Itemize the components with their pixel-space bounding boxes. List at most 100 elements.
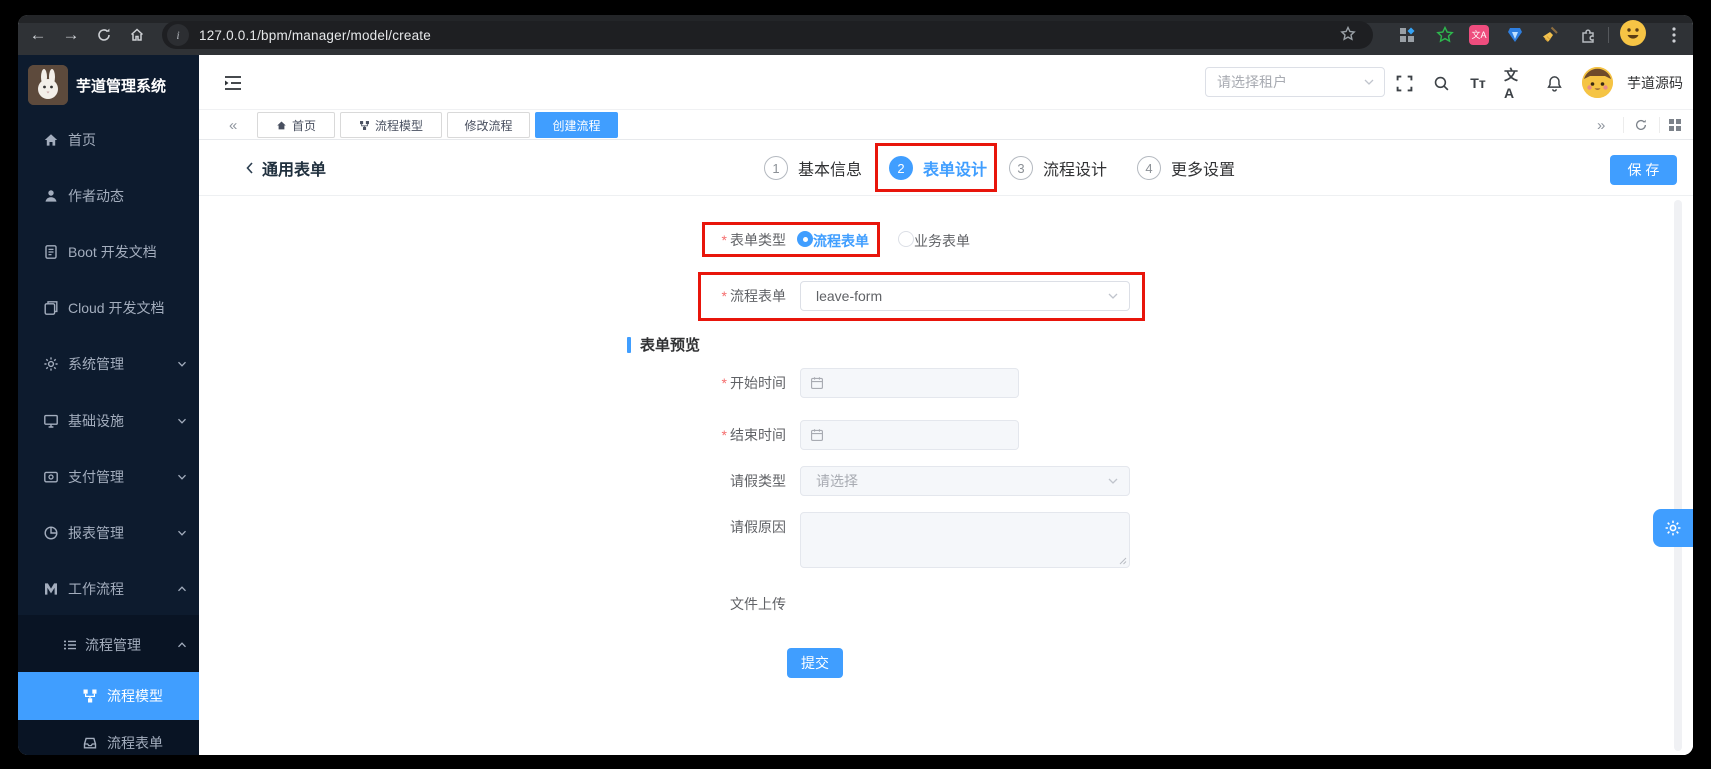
user-icon bbox=[43, 188, 59, 204]
layout-grid-button[interactable] bbox=[1663, 110, 1687, 140]
notification-button[interactable] bbox=[1542, 71, 1566, 95]
file-upload-label: 文件上传 bbox=[730, 596, 786, 612]
tab-create-process[interactable]: 创建流程 bbox=[535, 112, 618, 138]
search-button[interactable] bbox=[1429, 71, 1453, 95]
sidebar-item-system[interactable]: 系统管理 bbox=[18, 344, 199, 384]
step-more-settings[interactable]: 4 更多设置 bbox=[1137, 140, 1235, 196]
menu-fold-icon bbox=[225, 76, 241, 90]
step-form-design[interactable]: 2 表单设计 bbox=[889, 140, 987, 196]
font-size-button[interactable]: Tт bbox=[1466, 71, 1490, 95]
browser-home-button[interactable] bbox=[125, 23, 149, 47]
step-process-design[interactable]: 3 流程设计 bbox=[1009, 140, 1107, 196]
browser-profile-avatar[interactable] bbox=[1620, 20, 1646, 46]
step-number: 1 bbox=[764, 156, 788, 180]
sidebar-item-process-form[interactable]: 流程表单 bbox=[18, 723, 199, 755]
step-number: 3 bbox=[1009, 156, 1033, 180]
extension-star-icon[interactable] bbox=[1433, 23, 1457, 47]
process-form-label: * 流程表单 bbox=[721, 288, 786, 304]
bell-icon bbox=[1546, 75, 1562, 92]
sidebar-item-infra[interactable]: 基础设施 bbox=[18, 401, 199, 441]
select-placeholder: 请选择 bbox=[816, 473, 858, 489]
browser-forward-button[interactable]: → bbox=[59, 23, 83, 47]
select-value: leave-form bbox=[816, 288, 883, 304]
browser-chrome: ← → i 127.0.0.1/bpm/manager/model/create bbox=[18, 15, 1693, 55]
refresh-icon bbox=[1635, 119, 1647, 130]
fullscreen-button[interactable] bbox=[1392, 71, 1416, 95]
tabs-scroll-left-button[interactable]: « bbox=[229, 110, 237, 140]
vertical-scrollbar[interactable] bbox=[1674, 200, 1682, 751]
radio-process-form[interactable] bbox=[797, 231, 813, 247]
tab-home[interactable]: 首页 bbox=[257, 112, 335, 138]
theme-settings-button[interactable] bbox=[1653, 509, 1693, 547]
tab-process-model[interactable]: 流程模型 bbox=[340, 112, 442, 138]
tab-edit-process[interactable]: 修改流程 bbox=[447, 112, 530, 138]
sidebar-item-boot-docs[interactable]: Boot 开发文档 bbox=[18, 232, 199, 272]
chevron-down-icon bbox=[1363, 76, 1375, 88]
save-button[interactable]: 保 存 bbox=[1610, 155, 1677, 185]
start-time-label: * 开始时间 bbox=[721, 375, 786, 391]
process-form-icon bbox=[82, 735, 98, 751]
radio-business-form[interactable] bbox=[898, 231, 914, 247]
submit-button[interactable]: 提交 bbox=[787, 648, 843, 678]
browser-menu-button[interactable] bbox=[1662, 23, 1686, 47]
extension-broom-icon[interactable] bbox=[1538, 23, 1562, 47]
tenant-placeholder: 请选择租户 bbox=[1217, 74, 1287, 90]
list-icon bbox=[62, 637, 78, 653]
tab-refresh-button[interactable] bbox=[1629, 110, 1653, 140]
chevron-down-icon bbox=[177, 472, 187, 482]
app-logo[interactable]: 芋道管理系统 bbox=[28, 65, 166, 105]
chevron-left-icon bbox=[246, 162, 253, 174]
back-button[interactable] bbox=[243, 140, 257, 196]
monitor-icon bbox=[43, 413, 59, 429]
sidebar-collapse-button[interactable] bbox=[221, 71, 245, 95]
sidebar-item-process-model[interactable]: 流程模型 bbox=[18, 672, 199, 720]
process-form-select[interactable]: leave-form bbox=[800, 281, 1130, 311]
extension-gem-icon[interactable] bbox=[1503, 23, 1527, 47]
documents-copy-icon bbox=[43, 300, 59, 316]
chrome-divider bbox=[1608, 27, 1609, 43]
sidebar-item-author[interactable]: 作者动态 bbox=[18, 176, 199, 216]
home-icon bbox=[277, 121, 286, 129]
extensions-puzzle-icon[interactable] bbox=[1577, 23, 1601, 47]
browser-reload-button[interactable] bbox=[92, 23, 116, 47]
translate-icon: 文A bbox=[1504, 67, 1518, 101]
user-name[interactable]: 芋道源码 bbox=[1627, 55, 1683, 110]
sidebar-item-payment[interactable]: 支付管理 bbox=[18, 457, 199, 497]
extension-squares-icon[interactable] bbox=[1395, 23, 1419, 47]
locale-button[interactable]: 文A bbox=[1504, 67, 1528, 101]
chevron-down-icon bbox=[177, 416, 187, 426]
extension-translate-icon[interactable]: 文A bbox=[1467, 23, 1491, 47]
bookmark-star-icon[interactable] bbox=[1339, 25, 1357, 43]
radio-label-business-form[interactable]: 业务表单 bbox=[914, 231, 970, 251]
sidebar-item-report[interactable]: 报表管理 bbox=[18, 513, 199, 553]
tabs-scroll-right-button[interactable]: » bbox=[1597, 110, 1605, 140]
browser-back-button[interactable]: ← bbox=[26, 23, 50, 47]
sidebar-item-workflow[interactable]: 工作流程 bbox=[18, 569, 199, 609]
sidebar-item-process-management[interactable]: 流程管理 bbox=[18, 625, 199, 665]
gear-icon bbox=[43, 356, 59, 372]
wallet-icon bbox=[43, 469, 59, 485]
sidebar-item-home[interactable]: 首页 bbox=[18, 120, 199, 160]
radio-label-process-form[interactable]: 流程表单 bbox=[813, 231, 869, 251]
step-basic-info[interactable]: 1 基本信息 bbox=[764, 140, 862, 196]
section-title: 表单预览 bbox=[640, 337, 701, 354]
start-time-input bbox=[800, 368, 1019, 398]
end-time-label: * 结束时间 bbox=[721, 427, 786, 443]
tenant-select[interactable]: 请选择租户 bbox=[1205, 67, 1385, 97]
sidebar: 芋道管理系统 首页 作者动态 Boot 开发文档 Cloud 开发文档 系统管理… bbox=[18, 55, 199, 755]
kebab-menu-icon bbox=[1672, 27, 1676, 43]
main-area: 请选择租户 Tт 文A 芋道源码 « 首页 流程模型 修改流程 创建流程 » 通… bbox=[199, 55, 1693, 755]
calendar-icon bbox=[810, 428, 824, 442]
tab-bar: « 首页 流程模型 修改流程 创建流程 » bbox=[199, 110, 1693, 140]
url-bar[interactable]: i 127.0.0.1/bpm/manager/model/create bbox=[162, 21, 1373, 49]
resize-handle-icon bbox=[1119, 557, 1127, 565]
site-info-icon[interactable]: i bbox=[167, 24, 189, 46]
home-icon bbox=[43, 132, 59, 148]
divider bbox=[1623, 117, 1624, 133]
form-type-label: * 表单类型 bbox=[721, 232, 786, 248]
section-accent-bar bbox=[627, 336, 631, 353]
sidebar-item-cloud-docs[interactable]: Cloud 开发文档 bbox=[18, 288, 199, 328]
browser-window: ← → i 127.0.0.1/bpm/manager/model/create bbox=[18, 15, 1693, 755]
user-avatar[interactable] bbox=[1582, 67, 1613, 98]
document-icon bbox=[43, 244, 59, 260]
